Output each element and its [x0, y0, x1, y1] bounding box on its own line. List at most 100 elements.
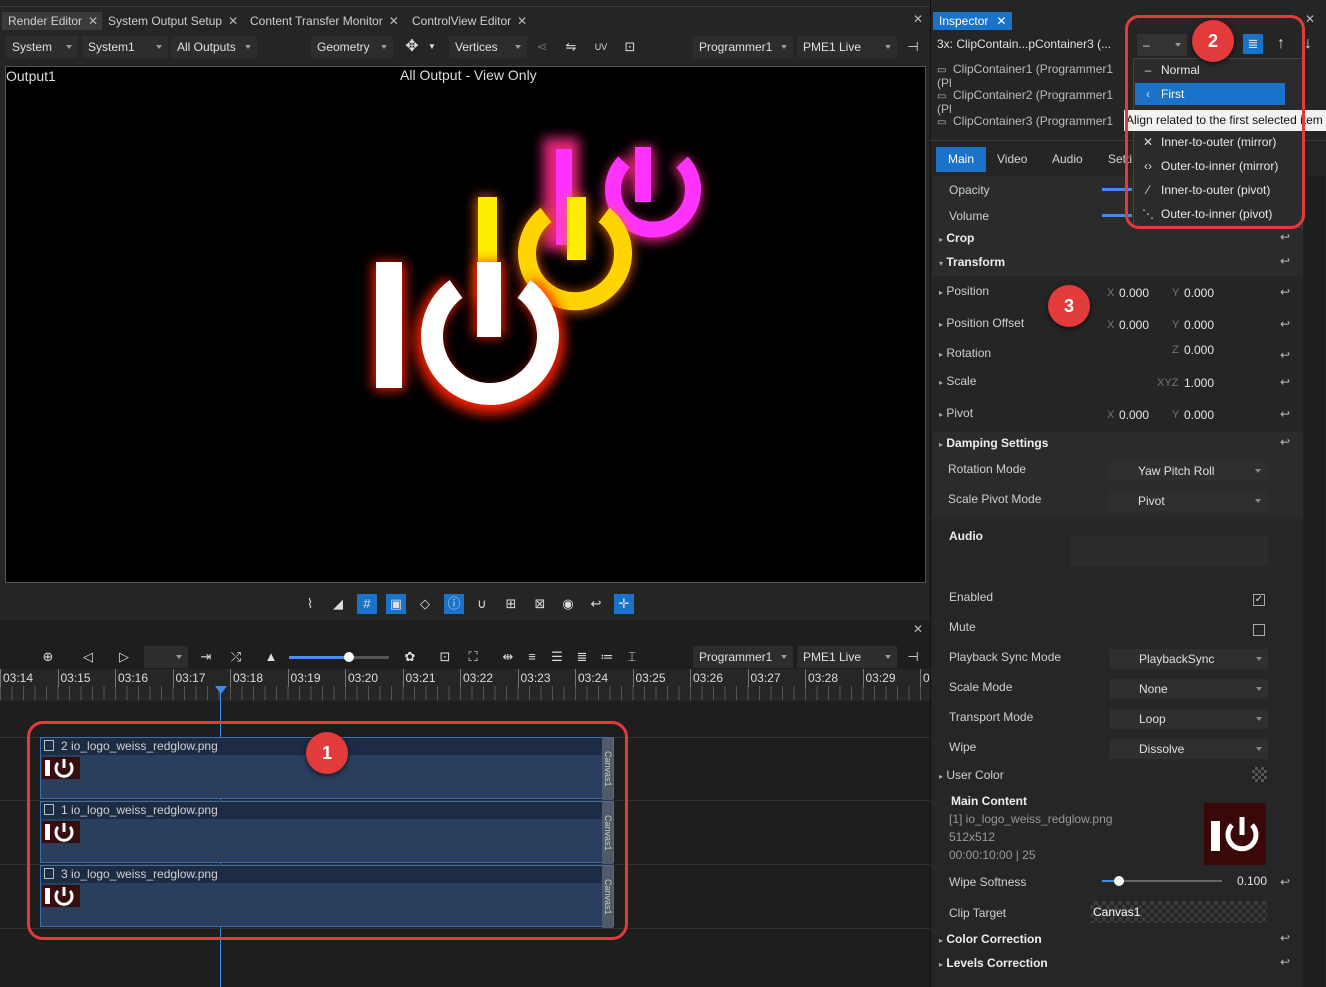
user-color-row[interactable]: ▸ User Color — [939, 768, 1004, 782]
dock-pin-icon[interactable]: ⊣ — [903, 37, 923, 57]
all-outputs-dropdown[interactable]: All Outputs — [171, 36, 257, 58]
enabled-checkbox[interactable]: ✓ — [1253, 594, 1265, 606]
expand-icon[interactable]: ⛶ — [463, 647, 483, 667]
timeline-pin-icon[interactable]: ⊣ — [903, 647, 923, 667]
wipe-softness-value[interactable]: 0.100 — [1237, 874, 1267, 888]
reset-icon[interactable]: ↩ — [1280, 931, 1290, 945]
swap-icon[interactable]: ⇋ — [561, 37, 581, 57]
shuffle-icon[interactable]: ⤮ — [226, 647, 246, 667]
vertices-dropdown[interactable]: Vertices — [449, 36, 527, 58]
rotation-mode-dropdown[interactable]: Yaw Pitch Roll — [1109, 461, 1267, 481]
align-icon[interactable]: ≡ — [522, 647, 542, 667]
subtab-main[interactable]: Main — [936, 147, 986, 172]
tab-system-output-setup[interactable]: System Output Setup ✕ — [102, 12, 242, 30]
geometry-dropdown[interactable]: Geometry — [311, 36, 393, 58]
rotation-z-value[interactable]: 0.000 — [1184, 343, 1214, 357]
pivot-x-value[interactable]: 0.000 — [1119, 408, 1149, 422]
tab-inspector[interactable]: Inspector ✕ — [933, 12, 1013, 30]
camera-icon[interactable]: ▣ — [386, 594, 406, 614]
subtab-audio[interactable]: Audio — [1052, 152, 1083, 166]
close-inspector-icon[interactable]: ✕ — [1305, 12, 1315, 26]
viewport[interactable]: Output1 All Output - View Only — [5, 66, 926, 583]
frame-icon[interactable]: ⊡ — [620, 37, 640, 57]
jump-icon[interactable]: ⇥ — [196, 647, 216, 667]
timeline-programmer-dropdown[interactable]: Programmer1 — [693, 646, 793, 668]
ramp-icon[interactable]: ◢ — [328, 594, 348, 614]
damping-section[interactable]: ▸ Damping Settings — [939, 436, 1048, 450]
content-thumbnail-icon[interactable] — [1204, 803, 1266, 865]
reset-icon[interactable]: ↩ — [1280, 348, 1290, 362]
timeline-pme-dropdown[interactable]: PME1 Live — [797, 646, 897, 668]
user-color-swatch[interactable] — [1252, 767, 1267, 782]
inspector-scrollbar[interactable] — [1303, 176, 1325, 987]
programmer-dropdown[interactable]: Programmer1 — [693, 36, 793, 58]
reset-icon[interactable]: ↩ — [1280, 230, 1290, 244]
snapshot-icon[interactable]: ◉ — [558, 594, 578, 614]
tab-render-editor[interactable]: Render Editor ✕ — [2, 12, 103, 30]
scale-mode-dropdown[interactable]: None — [1110, 679, 1268, 699]
scale-xyz-value[interactable]: 1.000 — [1184, 376, 1214, 390]
zoom-slider[interactable] — [289, 652, 389, 662]
position-row[interactable]: ▸ Position — [939, 284, 989, 298]
pme-dropdown[interactable]: PME1 Live — [797, 36, 897, 58]
transport-mode-dropdown[interactable]: Loop — [1110, 709, 1268, 729]
reset-icon[interactable]: ↩ — [1280, 317, 1290, 331]
offset-y-value[interactable]: 0.000 — [1184, 318, 1214, 332]
scale-row[interactable]: ▸ Scale — [939, 374, 976, 388]
reset-icon[interactable]: ↩ — [1280, 435, 1290, 449]
marker-dropdown[interactable] — [144, 646, 188, 668]
link-icon[interactable]: ⇹ — [498, 647, 518, 667]
list-item[interactable]: ▭ ClipContainer1 (Programmer1 (Pl — [937, 62, 1127, 90]
close-timeline-icon[interactable]: ✕ — [913, 622, 923, 636]
close-icon[interactable]: ✕ — [228, 14, 238, 28]
fit-view-icon[interactable]: ⊡ — [435, 647, 455, 667]
close-icon[interactable]: ✕ — [996, 14, 1006, 28]
reset-icon[interactable]: ↩ — [1280, 407, 1290, 421]
reset-icon[interactable]: ↩ — [1280, 254, 1290, 268]
system-dropdown[interactable]: System — [6, 36, 78, 58]
transform-section[interactable]: ▾ Transform — [939, 255, 1005, 269]
next-marker-icon[interactable]: ▷ — [114, 647, 134, 667]
magnet-icon[interactable]: ∪ — [472, 594, 492, 614]
waveform-icon[interactable]: ⌇ — [300, 594, 320, 614]
reset-icon[interactable]: ↩ — [1280, 955, 1290, 969]
grid-icon[interactable]: # — [357, 594, 377, 614]
reset-icon[interactable]: ↩ — [1280, 875, 1290, 889]
cube-icon[interactable]: ◇ — [415, 594, 435, 614]
close-icon[interactable]: ✕ — [88, 14, 98, 28]
position-offset-row[interactable]: ▸ Position Offset — [939, 316, 1024, 330]
crop-section[interactable]: ▸ Crop — [939, 231, 974, 245]
levels-correction-section[interactable]: ▸ Levels Correction — [939, 956, 1048, 970]
position-x-value[interactable]: 0.000 — [1119, 286, 1149, 300]
align3-icon[interactable]: ≣ — [572, 647, 592, 667]
pin-icon[interactable]: ⋖ — [532, 37, 552, 57]
move-icon[interactable]: ✥ — [402, 37, 422, 57]
color-correction-section[interactable]: ▸ Color Correction — [939, 932, 1042, 946]
offset-x-value[interactable]: 0.000 — [1119, 318, 1149, 332]
subtab-video[interactable]: Video — [997, 152, 1027, 166]
playback-sync-dropdown[interactable]: PlaybackSync — [1110, 649, 1268, 669]
scale-pivot-mode-dropdown[interactable]: Pivot — [1109, 491, 1267, 511]
tab-controlview-editor[interactable]: ControlView Editor ✕ — [406, 12, 531, 30]
info-icon[interactable]: ⓘ — [444, 594, 464, 614]
pivot-row[interactable]: ▸ Pivot — [939, 406, 973, 420]
chevron-down-icon[interactable]: ▼ — [422, 37, 442, 57]
text-cursor-icon[interactable]: ⌶ — [622, 647, 642, 667]
position-y-value[interactable]: 0.000 — [1184, 286, 1214, 300]
list-item[interactable]: ▭ ClipContainer2 (Programmer1 (Pl — [937, 88, 1127, 116]
undo-icon[interactable]: ↩ — [586, 594, 606, 614]
align4-icon[interactable]: ≔ — [597, 647, 617, 667]
wipe-dropdown[interactable]: Dissolve — [1110, 739, 1268, 759]
add-marker-icon[interactable]: ⊕ — [38, 647, 58, 667]
rotation-row[interactable]: ▸ Rotation — [939, 346, 991, 360]
prev-marker-icon[interactable]: ◁ — [78, 647, 98, 667]
close-icon[interactable]: ✕ — [389, 14, 399, 28]
reset-icon[interactable]: ↩ — [1280, 375, 1290, 389]
align2-icon[interactable]: ☰ — [547, 647, 567, 667]
wipe-softness-knob[interactable] — [1114, 876, 1124, 886]
playhead-handle[interactable] — [215, 686, 227, 694]
tulip-icon[interactable]: ✿ — [400, 647, 420, 667]
close-panel-icon[interactable]: ✕ — [913, 12, 923, 26]
close-icon[interactable]: ✕ — [517, 14, 527, 28]
crosshair-icon[interactable]: ✛ — [614, 594, 634, 614]
